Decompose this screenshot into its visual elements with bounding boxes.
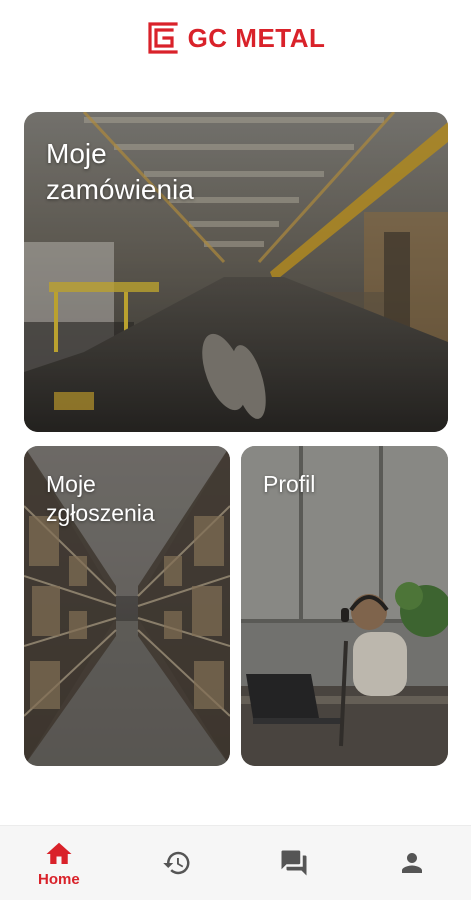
tile-my-orders[interactable]: Moje zamówienia <box>24 112 448 432</box>
gc-metal-logo-icon <box>147 22 178 54</box>
tile-profile[interactable]: Profil <box>241 446 448 766</box>
tile-profile-label: Profil <box>263 471 316 497</box>
tile-my-tickets[interactable]: Moje zgłoszenia <box>24 446 230 766</box>
chat-icon <box>281 850 307 876</box>
tile-my-tickets-label: Moje zgłoszenia <box>46 471 155 527</box>
person-icon <box>402 853 423 873</box>
brand-logo: GC METAL <box>0 18 471 58</box>
tile-my-orders-label: Moje zamówienia <box>46 138 194 205</box>
nav-profile[interactable] <box>362 826 462 900</box>
history-icon <box>162 851 190 875</box>
nav-home-label: Home <box>38 870 80 888</box>
nav-home[interactable]: Home <box>9 826 109 900</box>
bottom-navigation: Home <box>0 825 471 900</box>
brand-name: GC METAL <box>187 22 326 53</box>
app-screen: GC METAL Moje zamówienia Moje zgłoszenia… <box>0 0 471 900</box>
nav-messages[interactable] <box>244 826 344 900</box>
home-icon <box>46 842 72 864</box>
nav-history[interactable] <box>127 826 227 900</box>
